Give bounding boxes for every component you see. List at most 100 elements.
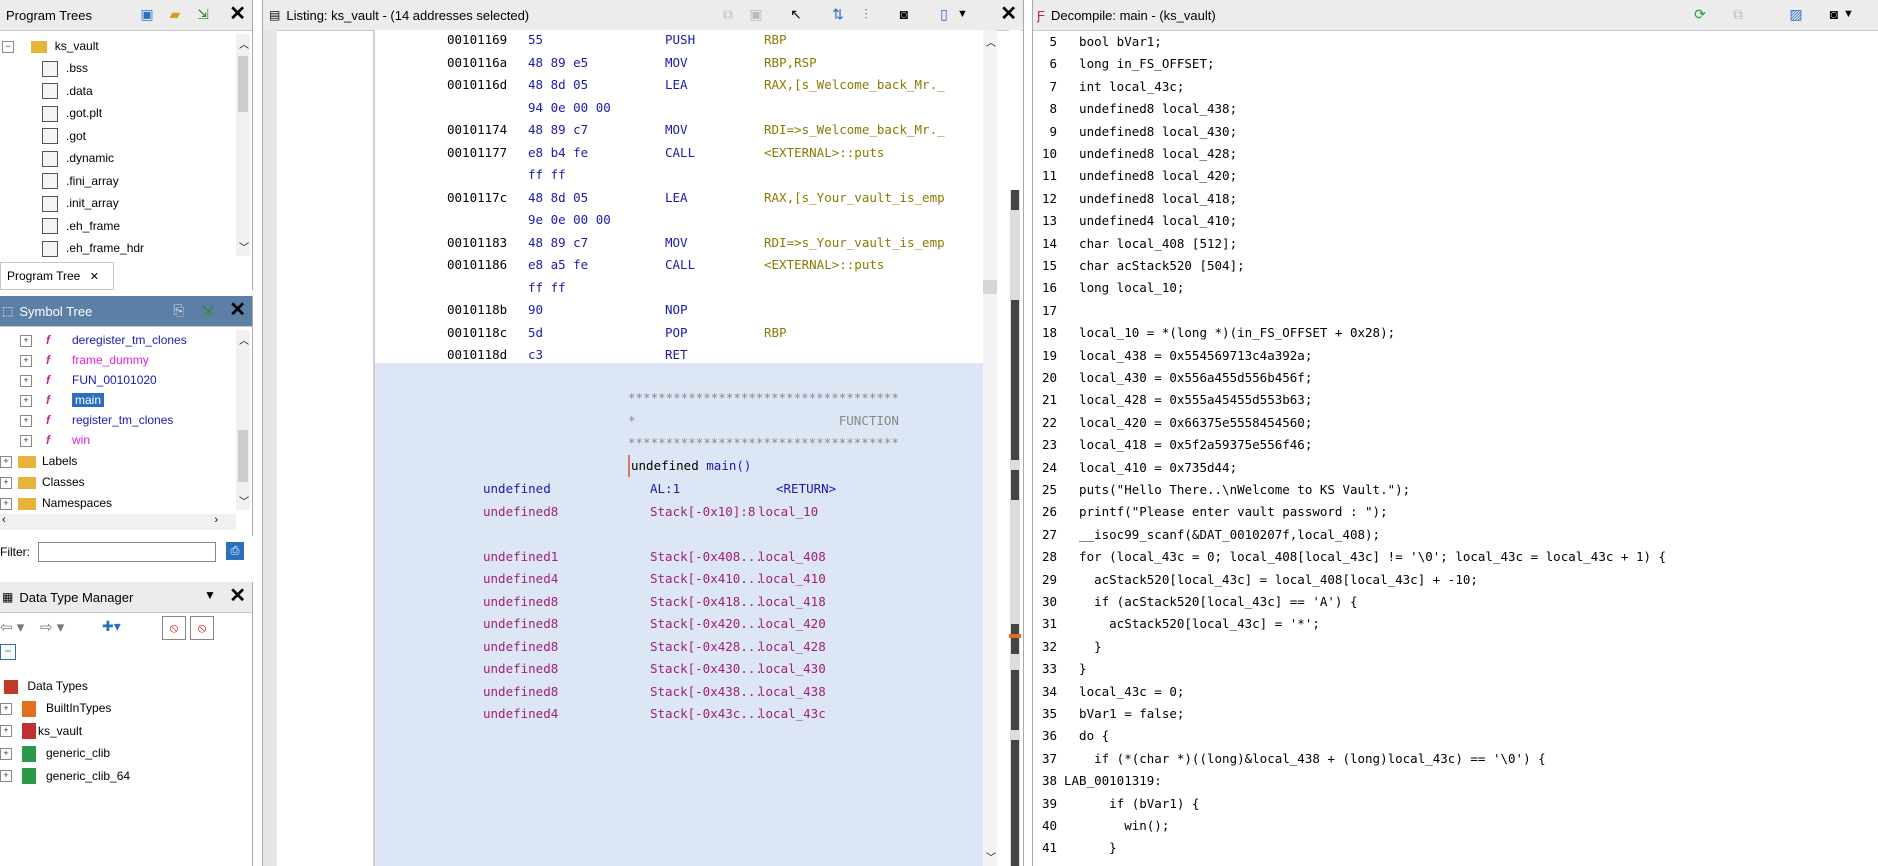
listing-row[interactable]: 0010116d 48 8d 05 LEA RAX,[s_Welcome_back_M… xyxy=(263,74,983,96)
navigate-icon[interactable]: ⇲ xyxy=(198,301,216,319)
filter-options-icon[interactable]: ⎙ xyxy=(226,542,244,560)
listing-row[interactable]: 00101174 48 89 c7 MOV RDI=>s_Welcome_back_M… xyxy=(263,119,983,141)
code-line[interactable]: 5 bool bVar1; xyxy=(1039,31,1869,53)
code-line[interactable]: 38 LAB_00101319: xyxy=(1039,770,1869,792)
refresh-icon[interactable]: ⟳ xyxy=(1691,5,1709,23)
listing-row[interactable]: 00101186 e8 a5 fe CALL <EXTERNAL>::puts xyxy=(263,254,983,276)
chevron-down-icon[interactable]: ▼ xyxy=(1843,8,1854,20)
filter-input[interactable] xyxy=(38,542,216,562)
filter-arrays-icon[interactable]: ⦸ xyxy=(162,616,186,640)
add-icon[interactable]: ✚▾ xyxy=(102,618,121,635)
function-signature[interactable]: undefined main() xyxy=(628,455,751,477)
export-icon[interactable]: ▨ xyxy=(1787,5,1805,23)
listing-row[interactable]: 0010117c 48 8d 05 LEA RAX,[s_Your_vault_is_… xyxy=(263,187,983,209)
program-tree-item[interactable]: .fini_array xyxy=(42,171,119,191)
copy-icon[interactable]: ⧉ xyxy=(1729,5,1747,23)
field-editor-icon[interactable]: ⇅ xyxy=(829,5,847,23)
code-line[interactable]: 18 local_10 = *(long *)(in_FS_OFFSET + 0… xyxy=(1039,322,1869,344)
symbol-folder-item[interactable]: + Classes xyxy=(0,472,85,492)
code-line[interactable]: 30 if (acStack520[local_43c] == 'A') { xyxy=(1039,591,1869,613)
collapse-icon[interactable]: − xyxy=(2,40,14,53)
listing-row[interactable]: 0010116a 48 89 e5 MOV RBP,RSP xyxy=(263,52,983,74)
listing-row[interactable]: 9e 0e 00 00 xyxy=(263,209,983,231)
cursor-icon[interactable]: ↖ xyxy=(787,5,805,23)
listing-row[interactable]: ff ff xyxy=(263,277,983,299)
close-icon[interactable]: ✕ xyxy=(229,300,246,320)
close-icon[interactable]: ✕ xyxy=(1000,4,1017,24)
code-line[interactable]: 8 undefined8 local_438; xyxy=(1039,98,1869,120)
navigate-icon[interactable]: ⇲ xyxy=(194,5,212,23)
function-param-row[interactable]: undefined8 Stack[-0x438... local_438 xyxy=(263,681,983,703)
function-param-row[interactable]: undefined8 Stack[-0x10]:8 local_10 xyxy=(263,501,983,523)
listing-row[interactable]: 94 0e 00 00 xyxy=(263,97,983,119)
code-line[interactable]: 10 undefined8 local_428; xyxy=(1039,143,1869,165)
program-tree-item[interactable]: .bss xyxy=(42,58,88,78)
code-line[interactable]: 15 char acStack520 [504]; xyxy=(1039,255,1869,277)
listing-overview-bar[interactable] xyxy=(1009,30,1021,866)
expand-icon[interactable]: + xyxy=(0,725,12,738)
code-line[interactable]: 17 xyxy=(1039,300,1869,322)
listing-row[interactable]: 00101183 48 89 c7 MOV RDI=>s_Your_vault_is_… xyxy=(263,232,983,254)
listing-row[interactable]: 00101177 e8 b4 fe CALL <EXTERNAL>::puts xyxy=(263,142,983,164)
listing-row[interactable]: 0010118d c3 RET xyxy=(263,344,983,366)
code-line[interactable]: 11 undefined8 local_420; xyxy=(1039,165,1869,187)
data-type-item[interactable]: + ks_vault xyxy=(0,721,82,741)
expand-icon[interactable]: + xyxy=(0,702,12,715)
code-line[interactable]: 19 local_438 = 0x554569713c4a392a; xyxy=(1039,345,1869,367)
listing-row[interactable]: 0010118c 5d POP RBP xyxy=(263,322,983,344)
code-line[interactable]: 6 long in_FS_OFFSET; xyxy=(1039,53,1869,75)
code-line[interactable]: 24 local_410 = 0x735d44; xyxy=(1039,457,1869,479)
code-line[interactable]: 16 long local_10; xyxy=(1039,277,1869,299)
program-tree-item[interactable]: .eh_frame_hdr xyxy=(42,238,144,258)
program-tree-root[interactable]: − ks_vault xyxy=(0,36,99,56)
expand-icon[interactable]: + xyxy=(0,455,12,468)
function-param-row[interactable]: undefined1 Stack[-0x408... local_408 xyxy=(263,546,983,568)
symbol-function-item[interactable]: + f deregister_tm_clones xyxy=(20,330,187,350)
expand-icon[interactable]: + xyxy=(20,374,32,387)
expand-icon[interactable]: + xyxy=(20,334,32,347)
code-line[interactable]: 35 bVar1 = false; xyxy=(1039,703,1869,725)
symbol-tree-scrollbar[interactable]: ︿ ﹀ xyxy=(236,330,250,510)
symbol-folder-item[interactable]: + Labels xyxy=(0,451,77,471)
function-param-row[interactable]: undefined8 Stack[-0x418... local_418 xyxy=(263,591,983,613)
code-line[interactable]: 36 do { xyxy=(1039,725,1869,747)
close-icon[interactable]: ✕ xyxy=(229,586,246,606)
function-param-row[interactable]: undefined8 Stack[-0x420... local_420 xyxy=(263,613,983,635)
expand-icon[interactable]: + xyxy=(20,394,32,407)
program-tree-tab[interactable]: Program Tree ✕ xyxy=(0,262,114,290)
data-type-item[interactable]: + generic_clib_64 xyxy=(0,766,130,786)
program-tree-item[interactable]: .eh_frame xyxy=(42,216,120,236)
code-line[interactable]: 22 local_420 = 0x66375e5558454560; xyxy=(1039,412,1869,434)
code-line[interactable]: 31 acStack520[local_43c] = '*'; xyxy=(1039,613,1869,635)
code-line[interactable]: 37 if (*(char *)((long)&local_438 + (lon… xyxy=(1039,748,1869,770)
code-line[interactable]: 12 undefined8 local_418; xyxy=(1039,188,1869,210)
code-line[interactable]: 21 local_428 = 0x555a45455d553b63; xyxy=(1039,389,1869,411)
code-line[interactable]: 28 for (local_43c = 0; local_408[local_4… xyxy=(1039,546,1869,568)
expand-icon[interactable]: + xyxy=(0,497,12,510)
expand-icon[interactable]: + xyxy=(0,770,12,783)
listing-row[interactable]: 0010118b 90 NOP xyxy=(263,299,983,321)
code-line[interactable]: 27 __isoc99_scanf(&DAT_0010207f,local_40… xyxy=(1039,524,1869,546)
code-line[interactable]: 29 acStack520[local_43c] = local_408[loc… xyxy=(1039,569,1869,591)
code-line[interactable]: 39 if (bVar1) { xyxy=(1039,793,1869,815)
expand-icon[interactable]: + xyxy=(20,414,32,427)
data-type-item[interactable]: + BuiltInTypes xyxy=(0,698,111,718)
function-param-row[interactable]: undefined8 Stack[-0x428... local_428 xyxy=(263,636,983,658)
program-tree-item[interactable]: .init_array xyxy=(42,193,119,213)
code-line[interactable]: 40 win(); xyxy=(1039,815,1869,837)
add-tree-icon[interactable]: ▣ xyxy=(138,5,156,23)
code-line[interactable]: 34 local_43c = 0; xyxy=(1039,681,1869,703)
program-tree-item[interactable]: .data xyxy=(42,81,93,101)
create-namespace-icon[interactable]: ⎘ xyxy=(170,301,188,319)
collapse-all-icon[interactable]: − xyxy=(0,644,16,660)
layout-icon[interactable]: ▯ xyxy=(935,5,953,23)
symbol-function-item[interactable]: + f register_tm_clones xyxy=(20,410,173,430)
diff-icon[interactable]: ⫶ xyxy=(857,5,875,23)
code-line[interactable]: 25 puts("Hello There..\nWelcome to KS Va… xyxy=(1039,479,1869,501)
function-param-row[interactable]: undefined AL:1 <RETURN> xyxy=(263,478,983,500)
data-types-root[interactable]: Data Types xyxy=(0,676,88,696)
symbol-function-item[interactable]: + f frame_dummy xyxy=(20,350,149,370)
code-line[interactable]: 32 } xyxy=(1039,636,1869,658)
function-param-row[interactable]: undefined4 Stack[-0x410... local_410 xyxy=(263,568,983,590)
symbol-function-item[interactable]: + f win xyxy=(20,430,90,450)
